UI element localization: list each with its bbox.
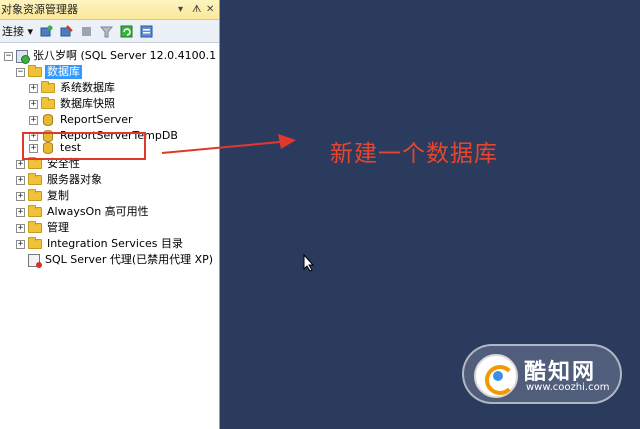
filter-icon[interactable]	[99, 25, 114, 38]
refresh-icon[interactable]	[120, 25, 133, 38]
system-databases-label: 系统数据库	[60, 81, 115, 94]
tree-item-replication[interactable]: + 复制	[16, 188, 71, 204]
sql-agent-label: SQL Server 代理(已禁用代理 XP)	[45, 253, 214, 266]
expand-icon[interactable]: +	[16, 239, 25, 249]
expand-icon[interactable]: +	[16, 207, 25, 217]
annotation-arrow	[161, 134, 296, 154]
folder-icon	[28, 173, 42, 185]
folder-icon	[28, 221, 42, 233]
tree-item-integration-services[interactable]: + Integration Services 目录	[16, 236, 185, 252]
pin-icon[interactable]: ᗑ	[192, 0, 201, 20]
connect-object-icon[interactable]	[40, 25, 53, 38]
expand-icon[interactable]: +	[16, 159, 25, 169]
summary-icon[interactable]	[140, 25, 153, 38]
object-explorer-panel: 对象资源管理器 ▾ ᗑ ✕ 连接 ▾ − 张八岁啊 (SQL Server 12…	[0, 0, 220, 429]
server-icon	[16, 49, 30, 64]
alwayson-label: AlwaysOn 高可用性	[47, 205, 149, 218]
snapshots-label: 数据库快照	[60, 97, 115, 110]
dropdown-icon[interactable]: ▾	[178, 0, 183, 20]
coozhi-logo-icon	[474, 354, 518, 398]
connect-dropdown-icon: ▾	[27, 25, 34, 38]
folder-icon	[28, 189, 42, 201]
replication-label: 复制	[47, 189, 69, 202]
database-icon	[43, 114, 53, 126]
tree-item-management[interactable]: + 管理	[16, 220, 71, 236]
expand-icon[interactable]: +	[16, 191, 25, 201]
tree-item-server-objects[interactable]: + 服务器对象	[16, 172, 104, 188]
tree-item-databases[interactable]: − 数据库	[16, 64, 82, 80]
panel-title: 对象资源管理器	[1, 3, 78, 16]
folder-icon	[28, 65, 42, 77]
reportserver-label: ReportServer	[60, 113, 133, 126]
tree-item-sql-agent[interactable]: SQL Server 代理(已禁用代理 XP)	[16, 252, 215, 268]
collapse-icon[interactable]: −	[4, 51, 13, 61]
folder-icon	[28, 205, 42, 217]
mouse-cursor-icon	[303, 254, 315, 272]
expand-icon[interactable]: +	[29, 99, 38, 109]
databases-label: 数据库	[45, 65, 82, 79]
watermark: 酷知网 www.coozhi.com	[462, 344, 622, 404]
collapse-icon[interactable]: −	[16, 67, 25, 77]
close-icon[interactable]: ✕	[206, 0, 214, 20]
disconnect-icon[interactable]	[60, 24, 73, 38]
explorer-toolbar: 连接 ▾	[0, 20, 219, 43]
annotation-text: 新建一个数据库	[330, 141, 498, 167]
panel-title-bar: 对象资源管理器 ▾ ᗑ ✕	[0, 0, 219, 20]
integration-services-label: Integration Services 目录	[47, 237, 183, 250]
folder-icon	[28, 157, 42, 169]
expand-icon[interactable]: +	[29, 83, 38, 93]
folder-icon	[28, 237, 42, 249]
connect-label: 连接	[2, 25, 24, 38]
watermark-url: www.coozhi.com	[526, 382, 610, 393]
highlight-box	[22, 132, 146, 160]
tree-item-reportserver[interactable]: + ReportServer	[29, 112, 135, 128]
tree-item-alwayson[interactable]: + AlwaysOn 高可用性	[16, 204, 151, 220]
tree-item-system-databases[interactable]: + 系统数据库	[29, 80, 117, 96]
folder-icon	[41, 97, 55, 109]
connect-button[interactable]: 连接 ▾	[2, 23, 33, 39]
server-objects-label: 服务器对象	[47, 173, 102, 186]
folder-icon	[41, 81, 55, 93]
expand-icon[interactable]: +	[16, 223, 25, 233]
agent-icon	[28, 253, 42, 268]
expand-icon[interactable]: +	[16, 175, 25, 185]
tree-item-server[interactable]: − 张八岁啊 (SQL Server 12.0.4100.1 - 张八	[4, 48, 219, 64]
stop-icon[interactable]	[80, 25, 93, 38]
server-label: 张八岁啊 (SQL Server 12.0.4100.1 - 张八	[33, 49, 219, 62]
expand-icon[interactable]: +	[29, 115, 38, 125]
tree-item-snapshots[interactable]: + 数据库快照	[29, 96, 117, 112]
management-label: 管理	[47, 221, 69, 234]
